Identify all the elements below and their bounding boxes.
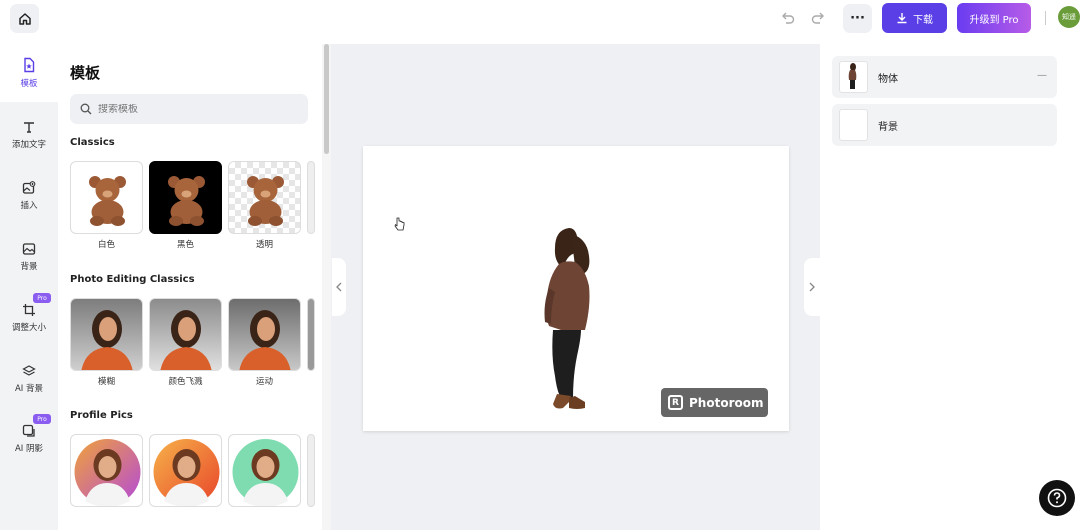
rail-item-label: 模板 <box>20 79 38 89</box>
collapse-left-panel-button[interactable] <box>332 258 346 316</box>
profile-photo-image <box>74 439 141 506</box>
template-black[interactable] <box>149 161 222 234</box>
download-icon <box>897 13 907 24</box>
template-partial[interactable] <box>307 434 315 507</box>
insert-image-icon <box>22 181 36 194</box>
template-label: 白色 <box>97 240 115 250</box>
template-label: 模糊 <box>97 377 115 387</box>
templates-icon <box>24 57 35 73</box>
search-input[interactable] <box>98 103 288 115</box>
photoroom-logo-icon: R <box>668 395 683 410</box>
left-rail: 模板 添加文字 插入 背景 Pro 调整大小 AI 背景 Pro AI 阴影 <box>0 44 58 530</box>
section-title-classics: Classics <box>70 137 115 148</box>
rail-item-background[interactable]: 背景 <box>0 228 58 286</box>
home-icon <box>18 12 31 25</box>
layer-name: 物体 <box>878 73 898 85</box>
avatar[interactable]: 知遥 <box>1058 6 1080 28</box>
upgrade-pro-label: 升级到 Pro <box>969 14 1019 26</box>
template-label: 颜色飞溅 <box>168 377 203 387</box>
template-white[interactable] <box>70 161 143 234</box>
search-icon <box>80 103 92 115</box>
person-cutout-image[interactable] <box>539 226 599 412</box>
layer-thumbnail <box>839 109 868 141</box>
woman-photo-image <box>239 310 291 370</box>
redo-icon[interactable] <box>810 10 826 26</box>
template-label: 透明 <box>255 240 273 250</box>
layer-item-object[interactable]: 物体 — <box>832 56 1057 98</box>
watermark-label: Photoroom <box>689 395 764 410</box>
collapse-right-panel-button[interactable] <box>804 258 820 316</box>
teddy-bear-image <box>247 176 284 226</box>
rail-item-insert[interactable]: 插入 <box>0 167 58 225</box>
rail-item-ai-shadow[interactable]: Pro AI 阴影 <box>0 410 58 468</box>
download-label: 下载 <box>913 14 933 26</box>
divider <box>1045 11 1046 25</box>
profile-photo-image <box>232 439 299 506</box>
teddy-bear-image <box>168 176 205 226</box>
ai-shadow-icon <box>22 424 35 437</box>
template-motion[interactable] <box>228 298 301 371</box>
woman-photo-image <box>160 310 212 370</box>
template-partial[interactable] <box>307 298 315 371</box>
template-blur[interactable] <box>70 298 143 371</box>
rail-item-label: 背景 <box>20 262 38 272</box>
template-partial[interactable] <box>307 161 315 234</box>
upgrade-pro-button[interactable]: 升级到 Pro <box>957 3 1031 33</box>
rail-item-ai-background[interactable]: AI 背景 <box>0 350 58 408</box>
woman-photo-image <box>81 310 133 370</box>
pro-badge: Pro <box>33 414 51 424</box>
template-transparent[interactable] <box>228 161 301 234</box>
template-color-splash[interactable] <box>149 298 222 371</box>
crop-icon <box>23 304 35 316</box>
text-icon <box>24 122 34 133</box>
layer-name: 背景 <box>878 121 898 133</box>
chevron-left-icon <box>336 282 342 292</box>
layer-options-icon[interactable]: — <box>1037 70 1047 81</box>
template-profile-green[interactable] <box>228 434 301 507</box>
rail-item-label: 插入 <box>20 201 38 211</box>
rail-item-templates[interactable]: 模板 <box>0 44 58 102</box>
profile-photo-image <box>153 439 220 506</box>
rail-item-label: 添加文字 <box>11 140 46 150</box>
template-label: 黑色 <box>176 240 194 250</box>
download-button[interactable]: 下载 <box>882 3 947 33</box>
template-profile-purple[interactable] <box>70 434 143 507</box>
layers-panel: 物体 — 背景 <box>820 44 1080 530</box>
template-label: 运动 <box>255 377 273 387</box>
teddy-bear-image <box>89 176 126 226</box>
ai-layers-icon <box>22 365 36 376</box>
rail-item-add-text[interactable]: 添加文字 <box>0 106 58 164</box>
rail-item-label: 调整大小 <box>11 323 46 333</box>
rail-item-label: AI 阴影 <box>14 444 44 454</box>
person-thumbnail-image <box>848 63 857 89</box>
templates-panel: 模板 Classics <box>58 44 322 530</box>
rail-item-label: AI 背景 <box>14 384 44 394</box>
more-options-button[interactable]: ··· <box>843 4 872 33</box>
pro-badge: Pro <box>33 293 51 303</box>
rail-item-resize[interactable]: Pro 调整大小 <box>0 289 58 347</box>
panel-scrollbar[interactable] <box>324 44 329 154</box>
chevron-right-icon <box>809 282 815 292</box>
layer-item-background[interactable]: 背景 <box>832 104 1057 146</box>
layer-thumbnail <box>839 61 868 93</box>
section-title-profile-pics: Profile Pics <box>70 410 133 421</box>
template-profile-orange[interactable] <box>149 434 222 507</box>
home-button[interactable] <box>10 4 39 33</box>
undo-icon[interactable] <box>780 10 796 26</box>
cursor-icon <box>394 217 405 231</box>
help-button[interactable] <box>1039 480 1075 516</box>
question-mark-icon <box>1047 488 1067 508</box>
search-box[interactable] <box>70 94 308 124</box>
background-icon <box>22 243 36 255</box>
section-title-photo-editing: Photo Editing Classics <box>70 274 195 285</box>
top-bar: ··· 下载 升级到 Pro 知遥 <box>0 0 1080 44</box>
photoroom-watermark[interactable]: R Photoroom <box>661 388 768 417</box>
panel-title: 模板 <box>70 64 101 82</box>
